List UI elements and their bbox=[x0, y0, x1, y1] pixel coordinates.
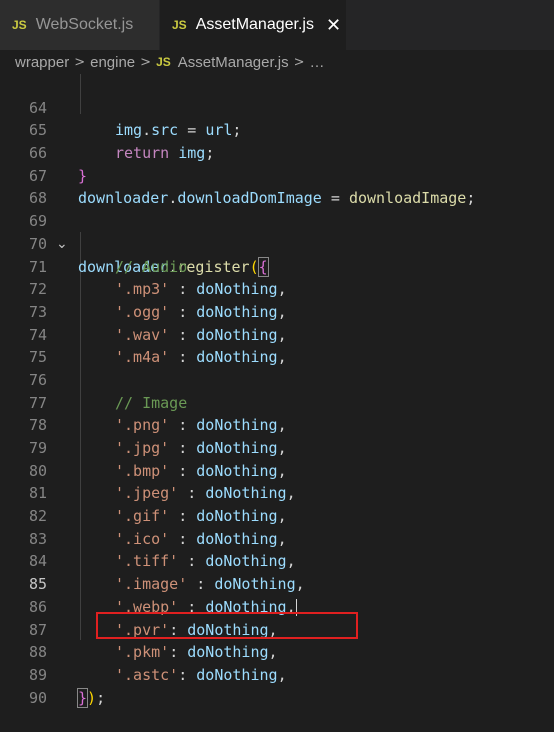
tab-assetmanager[interactable]: JS AssetManager.js ✕ bbox=[160, 0, 346, 50]
tab-websocket[interactable]: JS WebSocket.js bbox=[0, 0, 160, 50]
line-number: 90 bbox=[28, 688, 47, 707]
chevron-right-icon: > bbox=[140, 54, 152, 70]
code-line: 71 '.mp3' : doNothing, bbox=[0, 233, 554, 299]
code-editor[interactable]: 64 img.src = url; 65 return img; 66 } 67… bbox=[0, 74, 554, 708]
code-line: 90 bbox=[0, 664, 554, 707]
tab-label: AssetManager.js bbox=[195, 16, 314, 33]
code-line: 89 }); bbox=[0, 641, 554, 708]
javascript-file-icon: JS bbox=[172, 18, 187, 32]
code-line: 86 '.pvr': doNothing, bbox=[0, 573, 554, 639]
javascript-file-icon: JS bbox=[12, 18, 27, 32]
code-line: 64 img.src = url; bbox=[0, 74, 554, 140]
tab-bar: JS WebSocket.js JS AssetManager.js ✕ bbox=[0, 0, 554, 50]
chevron-right-icon: > bbox=[293, 54, 305, 70]
breadcrumb-item-engine[interactable]: engine bbox=[90, 54, 135, 71]
code-line: 70 // Audio bbox=[0, 210, 554, 276]
breadcrumb-item-file[interactable]: AssetManager.js bbox=[178, 54, 289, 71]
code-line: 69 ⌄ downloader.register({ bbox=[0, 187, 554, 277]
close-icon[interactable]: ✕ bbox=[326, 15, 341, 36]
code-line: 76 // Image bbox=[0, 346, 554, 412]
code-line: 66 } bbox=[0, 119, 554, 185]
code-line: 65 return img; bbox=[0, 97, 554, 162]
code-line: 82 '.ico' : doNothing, bbox=[0, 482, 554, 548]
breadcrumb-item-more[interactable]: … bbox=[310, 54, 325, 71]
javascript-file-icon: JS bbox=[156, 55, 171, 69]
code-line: 81 '.gif' : doNothing, bbox=[0, 460, 554, 525]
code-line: 73 '.wav' : doNothing, bbox=[0, 278, 554, 344]
code-line: 79 '.bmp' : doNothing, bbox=[0, 414, 554, 480]
code-line: 68 bbox=[0, 165, 554, 207]
code-line: 84 '.image' : doNothing, bbox=[0, 528, 554, 593]
highlight-annotation-box bbox=[96, 612, 358, 639]
code-line: 78 '.jpg' : doNothing, bbox=[0, 392, 554, 457]
breadcrumb: wrapper > engine > JS AssetManager.js > … bbox=[0, 50, 554, 74]
code-line: 67 downloader.downloadDomImage = downloa… bbox=[0, 142, 554, 208]
code-line: 74 '.m4a' : doNothing, bbox=[0, 301, 554, 367]
code-line: 75 bbox=[0, 324, 554, 366]
code-text: }); bbox=[76, 687, 106, 708]
code-line: 80 '.jpeg' : doNothing, bbox=[0, 437, 554, 503]
chevron-right-icon: > bbox=[74, 54, 86, 70]
code-line: 72 '.ogg' : doNothing, bbox=[0, 256, 554, 321]
tab-label: WebSocket.js bbox=[35, 16, 134, 33]
code-line: 83 '.tiff' : doNothing, bbox=[0, 505, 554, 571]
code-line: 77 '.png' : doNothing, bbox=[0, 369, 554, 435]
code-line-current: 85 '.webp' : doNothing, bbox=[0, 550, 554, 616]
breadcrumb-item-wrapper[interactable]: wrapper bbox=[15, 54, 69, 71]
